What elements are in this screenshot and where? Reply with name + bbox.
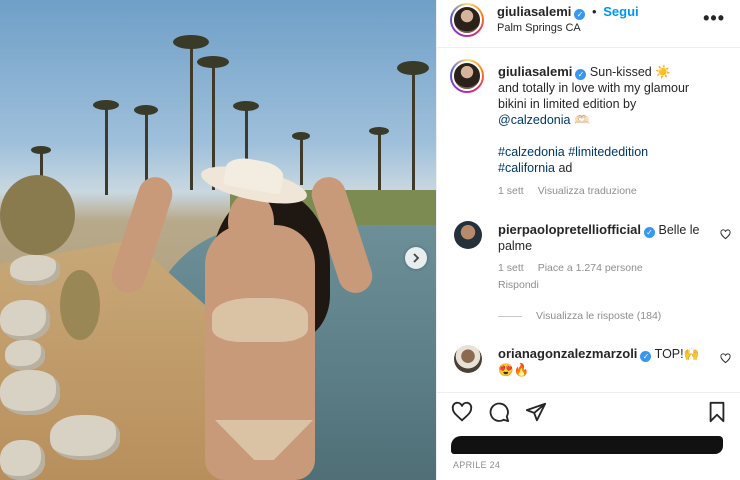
action-bar bbox=[437, 392, 740, 432]
verified-icon: ✓ bbox=[640, 351, 652, 362]
comment-icon[interactable] bbox=[488, 401, 510, 423]
comment-text: palme bbox=[498, 239, 533, 253]
verified-icon: ✓ bbox=[575, 69, 587, 80]
reply-button[interactable]: Rispondi bbox=[498, 279, 539, 291]
post-photo[interactable] bbox=[0, 0, 436, 480]
caption-text: bikini in limited edition by bbox=[498, 97, 637, 111]
bush bbox=[0, 175, 75, 255]
caption-text: and totally in love with my glamour bbox=[498, 81, 690, 95]
comment-text: Belle le bbox=[658, 223, 700, 237]
timestamp: 1 sett bbox=[498, 185, 524, 197]
comment-meta: 1 sett Piace a 1.274 persone bbox=[498, 262, 657, 274]
ad-label: ad bbox=[558, 161, 573, 175]
view-replies-label[interactable]: Visualizza le risposte (184) bbox=[536, 310, 661, 322]
comment-username[interactable]: orianagonzalezmarzoli bbox=[498, 346, 637, 361]
chevron-right-icon bbox=[413, 253, 420, 263]
username-link[interactable]: giuliasalemi bbox=[497, 4, 571, 19]
location-link[interactable]: Palm Springs CA bbox=[497, 22, 581, 34]
comment: pierpaolopretelliofficial ✓ Belle le palm… bbox=[498, 222, 708, 254]
redacted-likes bbox=[451, 436, 723, 454]
post-header: giuliasalemi ✓ • Segui Palm Springs CA ••… bbox=[437, 0, 740, 48]
rock bbox=[50, 415, 120, 460]
likes-count[interactable]: Piace a 1.274 persone bbox=[538, 262, 643, 274]
rock bbox=[5, 340, 45, 370]
hashtag-link[interactable]: #california bbox=[498, 161, 555, 175]
rock bbox=[10, 255, 60, 285]
hashtag-links[interactable]: #calzedonia #limitededition bbox=[498, 144, 730, 160]
comments-list[interactable]: giuliasalemi ✓ Sun-kissed ☀️ and totally … bbox=[437, 49, 740, 389]
rock bbox=[0, 440, 45, 480]
verified-icon: ✓ bbox=[574, 9, 586, 20]
rock bbox=[0, 300, 50, 340]
avatar[interactable] bbox=[454, 221, 482, 249]
translate-link[interactable]: Visualizza traduzione bbox=[538, 185, 637, 197]
view-replies-link[interactable]: Visualizza le risposte (184) bbox=[498, 310, 675, 322]
avatar[interactable] bbox=[450, 3, 484, 37]
heart-icon[interactable] bbox=[720, 229, 731, 240]
caption-meta: 1 sett Visualizza traduzione bbox=[498, 185, 651, 197]
follow-button[interactable]: Segui bbox=[603, 4, 638, 19]
caption-username[interactable]: giuliasalemi bbox=[498, 64, 572, 79]
post-date: APRILE 24 bbox=[453, 460, 501, 470]
caption: giuliasalemi ✓ Sun-kissed ☀️ and totally … bbox=[498, 64, 730, 176]
avatar[interactable] bbox=[450, 59, 484, 93]
mention-link[interactable]: @calzedonia bbox=[498, 113, 570, 127]
verified-icon: ✓ bbox=[644, 227, 656, 238]
bookmark-icon[interactable] bbox=[707, 401, 727, 423]
comment-text: TOP!🙌 bbox=[654, 347, 700, 361]
more-icon[interactable]: ••• bbox=[703, 8, 725, 29]
caption-text: Sun-kissed ☀️ bbox=[589, 65, 671, 79]
post-sidebar: giuliasalemi ✓ • Segui Palm Springs CA ••… bbox=[436, 0, 740, 480]
comment-text: 😍🔥 bbox=[498, 363, 530, 377]
rock bbox=[0, 370, 60, 415]
bush bbox=[60, 270, 100, 340]
comment-username[interactable]: pierpaolopretelliofficial bbox=[498, 222, 641, 237]
comment: orianagonzalezmarzoli ✓ TOP!🙌 😍🔥 bbox=[498, 346, 713, 378]
emoji: 🫶🏻 bbox=[573, 113, 590, 127]
heart-icon[interactable] bbox=[451, 401, 473, 423]
timestamp: 1 sett bbox=[498, 262, 524, 274]
next-photo-button[interactable] bbox=[405, 247, 427, 269]
bikini-top bbox=[212, 298, 308, 342]
heart-icon[interactable] bbox=[720, 353, 731, 364]
avatar[interactable] bbox=[454, 345, 482, 373]
share-icon[interactable] bbox=[525, 401, 547, 423]
